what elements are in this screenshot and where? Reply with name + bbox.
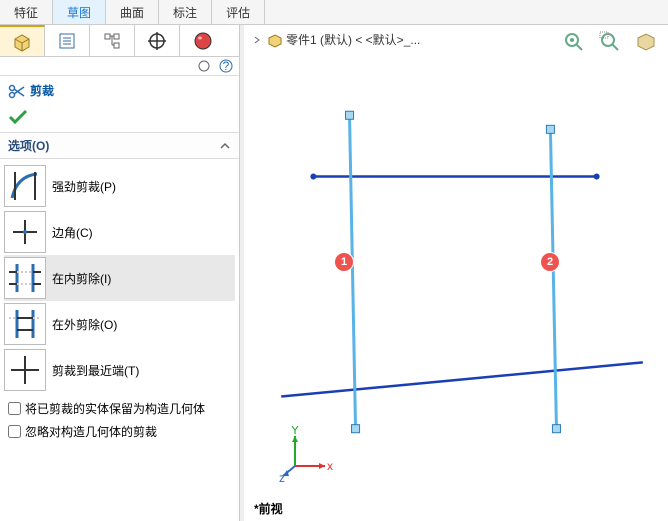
svg-text:x: x [327, 459, 333, 473]
option-label: 强劲剪裁(P) [52, 178, 116, 195]
selection-badge-2: 2 [540, 252, 560, 272]
panel-tab-appearance[interactable] [180, 25, 225, 56]
option-label: 边角(C) [52, 224, 93, 241]
sphere-icon [193, 31, 213, 51]
option-trim-outside[interactable]: 在外剪除(O) [4, 301, 235, 347]
zoom-fit-icon [562, 30, 586, 54]
scissors-icon [8, 83, 26, 99]
tree-icon [102, 31, 122, 51]
powerful-trim-icon [7, 168, 43, 204]
check-ignore-construction[interactable]: 忽略对构造几何体的剪裁 [0, 420, 239, 443]
ok-check-icon[interactable] [8, 109, 28, 125]
endpoint[interactable] [552, 425, 560, 433]
panel-tab-config-manager[interactable] [90, 25, 135, 56]
option-label: 剪裁到最近端(T) [52, 362, 139, 379]
zoom-area-icon [598, 30, 622, 54]
crosshair-icon [147, 31, 167, 51]
view-cube-icon [634, 30, 658, 54]
view-name-label: *前视 [254, 500, 283, 517]
coordinate-triad: x Y z [279, 426, 335, 485]
panel-tab-property-manager[interactable] [45, 25, 90, 56]
endpoint[interactable] [352, 425, 360, 433]
command-title: 剪裁 [0, 76, 239, 105]
endpoint[interactable] [346, 111, 354, 119]
option-label: 在内剪除(I) [52, 270, 111, 287]
options-section-header[interactable]: 选项(O) [0, 132, 239, 159]
svg-text:Y: Y [291, 426, 299, 437]
chevron-right-icon [252, 35, 262, 45]
trim-outside-icon [7, 306, 43, 342]
expand-all-icon[interactable] [197, 59, 211, 73]
option-trim-closest[interactable]: 剪裁到最近端(T) [4, 347, 235, 393]
panel-tab-dim-manager[interactable] [135, 25, 180, 56]
panel-tab-feature-manager[interactable] [0, 25, 45, 56]
trim-closest-icon [7, 352, 43, 388]
view-orientation-button[interactable] [632, 28, 660, 56]
part-icon [266, 32, 284, 48]
option-trim-inside[interactable]: 在内剪除(I) [4, 255, 235, 301]
corner-icon [7, 214, 43, 250]
sketch-line-v1[interactable] [350, 115, 356, 428]
tab-annotation[interactable]: 标注 [159, 0, 212, 24]
endpoint[interactable] [546, 125, 554, 133]
svg-text:?: ? [223, 59, 230, 73]
tab-evaluate[interactable]: 评估 [212, 0, 265, 24]
sketch-line-h2[interactable] [281, 362, 643, 396]
graphics-viewport[interactable]: 零件1 (默认) < <默认>_... 1 2 [244, 25, 668, 521]
checkbox-ignore-construction[interactable] [8, 425, 21, 438]
checkbox-keep-construction[interactable] [8, 402, 21, 415]
tab-sketch[interactable]: 草图 [53, 0, 106, 24]
tab-features[interactable]: 特征 [0, 0, 53, 24]
breadcrumb[interactable]: 零件1 (默认) < <默认>_... [250, 31, 420, 48]
selection-badge-1: 1 [334, 252, 354, 272]
zoom-area-button[interactable] [596, 28, 624, 56]
option-powerful-trim[interactable]: 强劲剪裁(P) [4, 163, 235, 209]
help-icon[interactable]: ? [219, 59, 233, 73]
endpoint[interactable] [310, 174, 316, 180]
trim-inside-icon [7, 260, 43, 296]
check-keep-construction[interactable]: 将已剪裁的实体保留为构造几何体 [0, 397, 239, 420]
option-label: 在外剪除(O) [52, 316, 117, 333]
sketch-line-v2[interactable] [550, 129, 556, 428]
option-corner[interactable]: 边角(C) [4, 209, 235, 255]
chevron-up-icon [219, 140, 231, 152]
zoom-fit-button[interactable] [560, 28, 588, 56]
tab-surface[interactable]: 曲面 [106, 0, 159, 24]
cube-icon [11, 31, 33, 53]
endpoint[interactable] [594, 174, 600, 180]
list-icon [57, 31, 77, 51]
svg-text:z: z [279, 471, 285, 482]
